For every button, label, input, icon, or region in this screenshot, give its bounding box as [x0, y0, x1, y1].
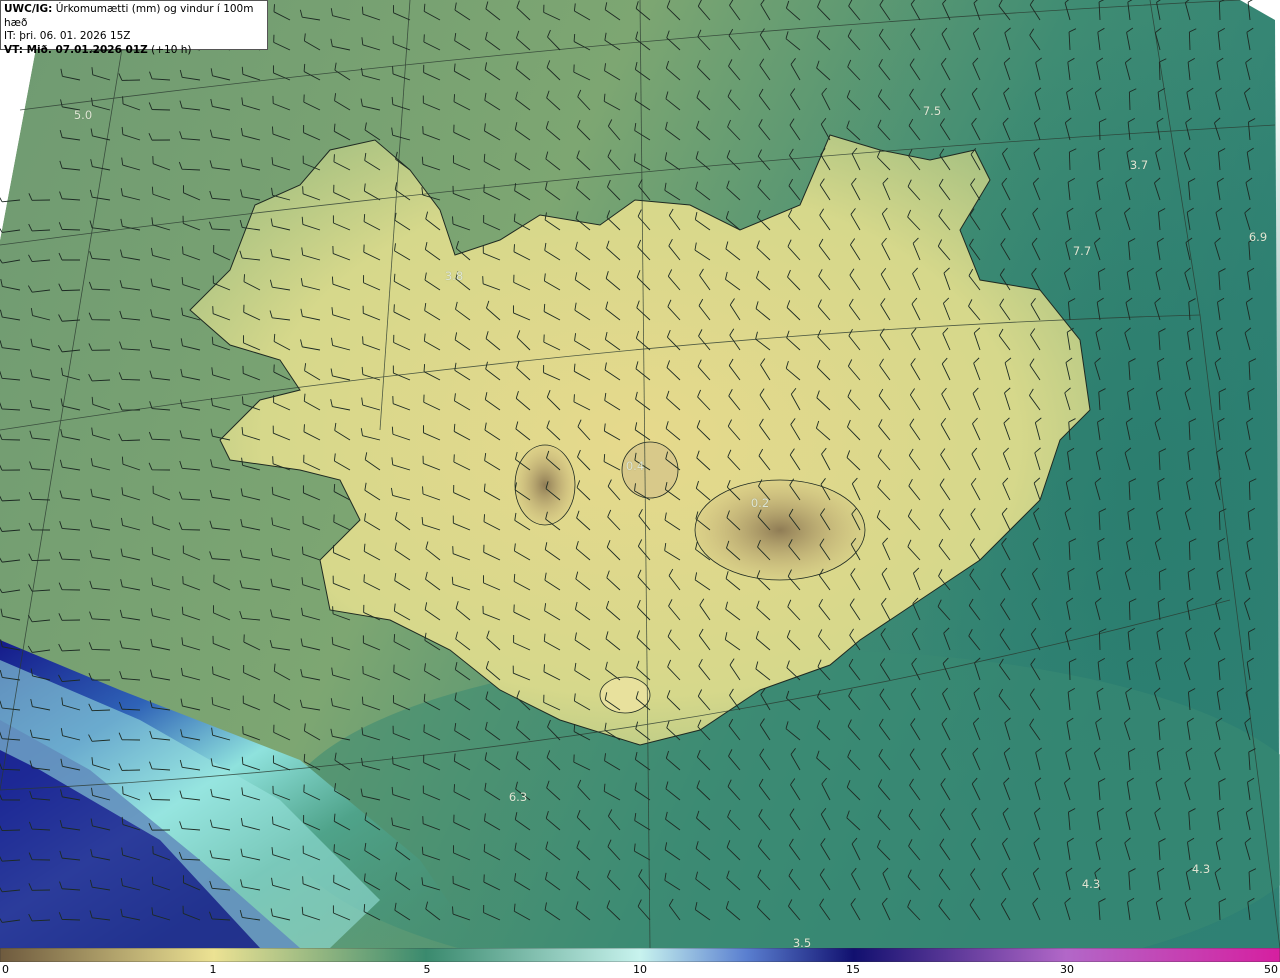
vatnajokull-icecap — [694, 479, 866, 581]
colorbar-tick: 30 — [1060, 963, 1074, 976]
colorbar-tick: 15 — [846, 963, 860, 976]
value-label: 4.3 — [1081, 877, 1101, 891]
value-label: 6.9 — [1248, 230, 1268, 244]
header-line-3: VT: Mið. 07.01.2026 01Z (+10 h) — [4, 44, 264, 58]
colorbar-tick: 5 — [423, 963, 431, 976]
valid-time: VT: Mið. 07.01.2026 01Z — [4, 43, 148, 56]
value-label: 0.2 — [750, 496, 770, 510]
initial-time: IT: þri. 06. 01. 2026 15Z — [4, 30, 131, 42]
value-label: 7.5 — [922, 104, 942, 118]
colorbar-tick: 1 — [209, 963, 217, 976]
colorbar-tick: 50 — [1264, 963, 1278, 976]
colorbar — [0, 948, 1280, 962]
value-label: 3.5 — [792, 936, 812, 948]
myrdalsjokull-icecap — [599, 676, 651, 714]
value-label: 5.0 — [73, 108, 93, 122]
header-line-1: UWC/IG: Úrkomumætti (mm) og vindur í 100… — [4, 3, 264, 30]
langjokull-icecap — [514, 444, 576, 526]
precipitable-water-map: UWC/IG: Úrkomumætti (mm) og vindur í 100… — [0, 0, 1280, 948]
value-label: 3.8 — [444, 269, 464, 283]
value-label: 7.7 — [1072, 244, 1092, 258]
colorbar-tick: 0 — [2, 963, 9, 976]
value-label: 0.4 — [625, 459, 645, 473]
colorbar-tick: 10 — [633, 963, 647, 976]
value-label: 6.3 — [508, 790, 528, 804]
value-label: 4.3 — [1191, 862, 1211, 876]
lead-time: (+10 h) — [151, 43, 192, 56]
model-tag: UWC/IG: — [4, 3, 53, 15]
map-canvas — [0, 0, 1280, 948]
value-label: 3.7 — [1129, 158, 1149, 172]
map-header: UWC/IG: Úrkomumætti (mm) og vindur í 100… — [0, 0, 268, 56]
